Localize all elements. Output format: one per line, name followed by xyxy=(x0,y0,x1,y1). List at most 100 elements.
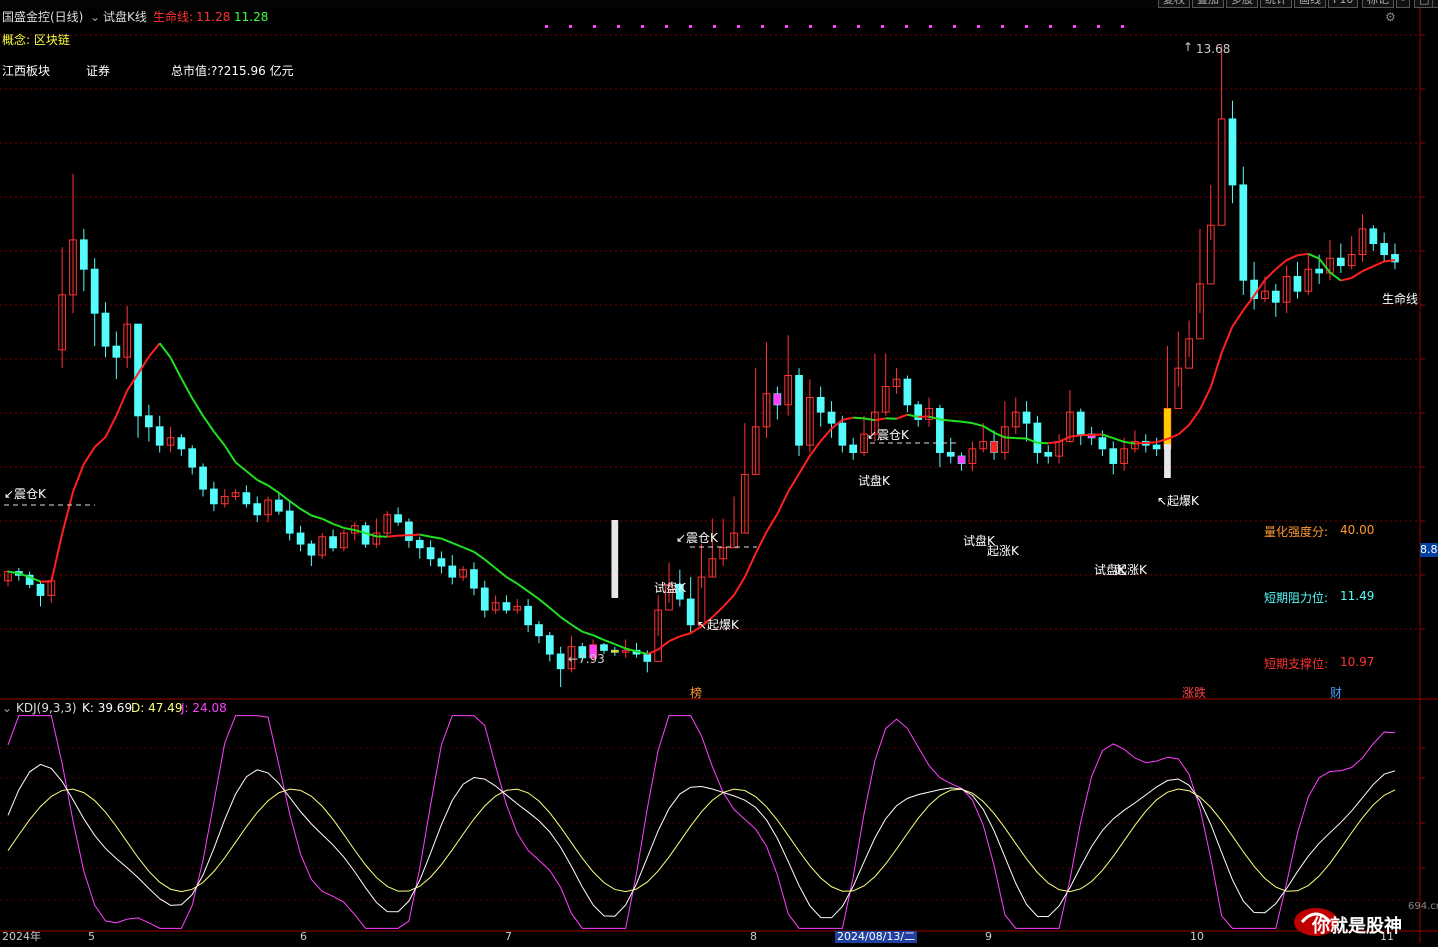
candle-body xyxy=(1218,119,1225,225)
life-line-segment xyxy=(181,378,192,398)
toolbar-button-1[interactable]: 叠加 xyxy=(1192,0,1224,8)
life-line-segment xyxy=(1005,437,1016,438)
life-line-segment xyxy=(680,633,691,636)
life-line-segment xyxy=(106,416,117,437)
toolbar-button-7[interactable]: - xyxy=(1396,0,1410,8)
life-line-segment xyxy=(940,419,951,420)
life-line-segment xyxy=(149,343,160,357)
rank-badge[interactable]: 榜 xyxy=(690,684,702,701)
life-line-segment xyxy=(767,514,778,532)
kdj-dropdown-icon[interactable]: ⌄ xyxy=(2,701,12,715)
toolbar-button-2[interactable]: 多股 xyxy=(1226,0,1258,8)
candle-body xyxy=(308,544,315,555)
candle-body xyxy=(189,449,196,467)
signal-dot xyxy=(785,25,788,28)
toolbar-button-6[interactable]: 标记 xyxy=(1362,0,1394,8)
candlestick-chart[interactable] xyxy=(0,0,1438,943)
candle-body xyxy=(156,427,163,445)
signal-dot xyxy=(713,25,716,28)
life-line-segment xyxy=(1178,425,1189,435)
kdj-d-value: D: 47.49 xyxy=(131,701,182,715)
life-line-segment xyxy=(192,398,203,416)
life-line-segment xyxy=(517,584,528,592)
toolbar-button-9[interactable]: × xyxy=(1432,0,1438,8)
signal-dot xyxy=(977,25,980,28)
resistance-value: 11.49 xyxy=(1340,589,1374,603)
kdj-d-line xyxy=(8,789,1395,892)
signal-dot xyxy=(1073,25,1076,28)
life-line-segment xyxy=(1232,310,1243,326)
candle-body xyxy=(471,570,478,588)
concept-label: 概念: 区块链 xyxy=(2,33,70,47)
life-line-segment xyxy=(333,524,344,528)
toolbar-button-3[interactable]: 统计 xyxy=(1260,0,1292,8)
life-line-segment xyxy=(51,534,62,582)
life-line-segment xyxy=(84,447,95,464)
candle-body xyxy=(254,504,261,515)
life-line-segment xyxy=(441,539,452,543)
toolbar-button-5[interactable]: F10 xyxy=(1328,0,1358,8)
stock-title: 国盛金控(日线) xyxy=(2,10,83,24)
breakout-bar xyxy=(611,520,618,598)
life-line-segment xyxy=(788,474,799,492)
life-line-segment xyxy=(821,429,832,441)
signal-bar xyxy=(958,456,965,463)
life-line-segment xyxy=(344,528,355,530)
life-line-segment xyxy=(994,433,1005,438)
life-line-segment xyxy=(474,552,485,560)
indicator-dropdown-icon[interactable]: ⌄ xyxy=(90,10,100,24)
life-line-segment xyxy=(73,464,84,492)
candle-body xyxy=(817,397,824,412)
candle-body xyxy=(416,540,423,547)
settings-icon[interactable]: ⚙ xyxy=(1385,10,1396,24)
life-line-segment xyxy=(1113,438,1124,442)
candle-body xyxy=(1045,452,1052,456)
signal-dot xyxy=(593,25,596,28)
candle-body xyxy=(102,313,109,346)
life-line-segment xyxy=(962,422,973,423)
signal-dot xyxy=(737,25,740,28)
test-k-label-2: 试盘K xyxy=(858,474,890,488)
toolbar-button-0[interactable]: 复权 xyxy=(1158,0,1190,8)
signal-dot xyxy=(833,25,836,28)
life-line-segment xyxy=(268,485,279,492)
life-line-segment xyxy=(1189,410,1200,425)
support-label: 短期支撑位: xyxy=(1264,655,1328,672)
candle-body xyxy=(601,645,608,650)
life-line-segment xyxy=(539,599,550,608)
life-line-segment xyxy=(160,343,171,357)
x-axis-label: 9 xyxy=(985,931,992,943)
candle-body xyxy=(1153,445,1160,449)
life-line-segment xyxy=(214,432,225,446)
life-line-segment xyxy=(1341,278,1352,281)
life-line-segment xyxy=(571,625,582,632)
breakout-bar xyxy=(1164,444,1171,478)
candle-body xyxy=(644,654,651,661)
life-line-segment xyxy=(1243,296,1254,311)
candle-body xyxy=(113,346,120,357)
life-line-segment xyxy=(496,568,507,577)
finance-badge[interactable]: 财 xyxy=(1330,684,1342,701)
life-line-segment xyxy=(615,644,626,648)
resistance-label: 短期阻力位: xyxy=(1264,589,1328,606)
kdj-title[interactable]: KDJ(9,3,3) xyxy=(16,701,77,715)
signal-dot xyxy=(905,25,908,28)
candle-body xyxy=(481,588,488,610)
x-axis-label: 7 xyxy=(505,931,512,943)
limit-badge[interactable]: 涨跌 xyxy=(1182,684,1206,701)
life-line-segment xyxy=(875,418,886,420)
life-line-segment xyxy=(1287,255,1298,260)
x-axis-label: 2024/08/13/二 xyxy=(835,931,917,943)
candle-body xyxy=(1077,412,1084,434)
life-line-segment xyxy=(1308,254,1319,259)
candle-body xyxy=(947,452,954,456)
signal-bar xyxy=(611,650,618,652)
candle-body xyxy=(1034,423,1041,452)
candle-body xyxy=(146,416,153,427)
life-line-segment xyxy=(463,547,474,551)
candle-body xyxy=(937,408,944,452)
indicator-name[interactable]: 试盘K线 xyxy=(103,10,147,24)
toolbar-button-4[interactable]: 画线 xyxy=(1294,0,1326,8)
signal-dot xyxy=(1025,25,1028,28)
candle-body xyxy=(91,269,98,313)
